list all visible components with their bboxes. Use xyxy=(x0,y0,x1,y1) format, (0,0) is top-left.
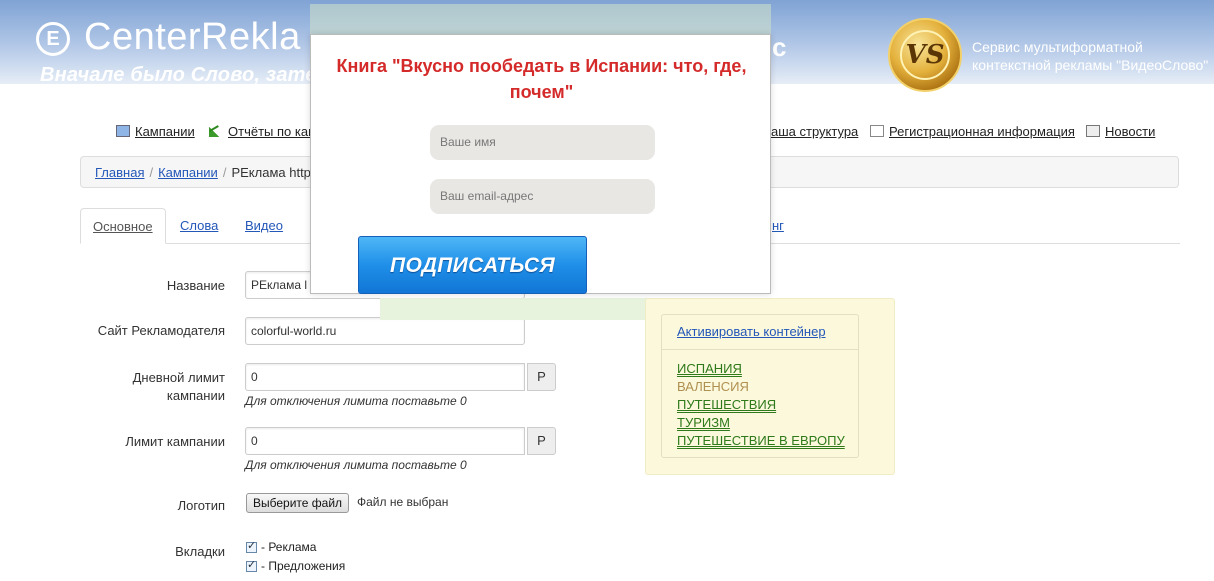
form-icon xyxy=(870,125,884,137)
faded-toolbar xyxy=(380,298,650,320)
nav-label: Кампании xyxy=(135,124,195,139)
breadcrumb-separator: / xyxy=(149,165,154,180)
logo-text[interactable]: CenterRekla xyxy=(84,16,301,59)
monitor-icon xyxy=(116,125,130,137)
tab-option-offers[interactable]: - Предложения xyxy=(246,558,346,573)
container-header: Активировать контейнер xyxy=(662,315,858,350)
nav-label: Новости xyxy=(1105,124,1156,139)
nav-item-reports[interactable]: Отчёты по кам xyxy=(209,124,317,139)
keyword-link[interactable]: ТУРИЗМ xyxy=(677,414,858,432)
checkbox[interactable] xyxy=(246,558,257,572)
popup-top-strip xyxy=(310,4,771,34)
nav-label: Регистрационная информация xyxy=(889,124,1075,139)
campaign-limit-currency: Р xyxy=(527,427,556,455)
container-panel: Активировать контейнер ИСПАНИЯ ВАЛЕНСИЯ … xyxy=(645,298,895,475)
tab-video[interactable]: Видео xyxy=(233,208,295,242)
subscribe-button[interactable]: ПОДПИСАТЬСЯ xyxy=(358,236,587,294)
daily-limit-input[interactable]: 0 xyxy=(245,363,525,391)
logo-tail: c xyxy=(772,32,787,62)
service-description: Сервис мультиформатной контекстной рекла… xyxy=(972,38,1208,74)
campaign-limit-hint: Для отключения лимита поставьте 0 xyxy=(245,458,467,472)
daily-limit-label: Дневной лимит кампании xyxy=(0,369,225,405)
file-status: Файл не выбран xyxy=(357,495,449,509)
chart-icon xyxy=(209,125,223,137)
daily-limit-label-line2: кампании xyxy=(166,388,225,403)
advertiser-site-input[interactable]: colorful-world.ru xyxy=(245,317,525,345)
site-label: Сайт Рекламодателя xyxy=(97,323,225,338)
breadcrumb-home-link[interactable]: Главная xyxy=(95,165,144,180)
news-icon xyxy=(1086,125,1100,137)
popup-email-input[interactable]: Ваш email-адрес xyxy=(430,179,655,214)
container-box: Активировать контейнер ИСПАНИЯ ВАЛЕНСИЯ … xyxy=(661,314,859,458)
tab-words[interactable]: Слова xyxy=(168,208,230,242)
popup-name-input[interactable]: Ваше имя xyxy=(430,125,655,160)
logo-e-icon[interactable]: E xyxy=(36,22,70,56)
daily-limit-currency: Р xyxy=(527,363,556,391)
tab-option-ads[interactable]: - Реклама xyxy=(246,539,317,554)
vs-monogram: VS xyxy=(900,30,950,80)
keyword-link[interactable]: ИСПАНИЯ xyxy=(677,360,858,378)
nav-item-campaigns[interactable]: Кампании xyxy=(116,124,195,139)
tab-main[interactable]: Основное xyxy=(80,208,166,244)
choose-file-button[interactable]: Выберите файл xyxy=(246,493,350,513)
service-line-1: Сервис мультиформатной xyxy=(972,39,1143,55)
daily-limit-label-line1: Дневной лимит xyxy=(132,370,225,385)
tab-option-label: - Предложения xyxy=(261,559,346,573)
subscribe-popup: Книга "Вкусно пообедать в Испании: что, … xyxy=(310,34,771,294)
nav-label: Отчёты по кам xyxy=(228,124,318,139)
nav-label: аша структура xyxy=(771,124,859,139)
logo-label: Логотип xyxy=(177,498,225,513)
daily-limit-hint: Для отключения лимита поставьте 0 xyxy=(245,394,467,408)
checkbox[interactable] xyxy=(246,539,257,553)
activate-container-link[interactable]: Активировать контейнер xyxy=(677,324,826,339)
campaign-limit-label: Лимит кампании xyxy=(125,434,225,449)
keyword-link[interactable]: ПУТЕШЕСТВИЕ В ЕВРОПУ xyxy=(677,432,858,450)
nav-item-registration[interactable]: Регистрационная информация xyxy=(870,124,1075,139)
slogan: Вначале было Слово, затем E xyxy=(40,64,351,86)
nav-item-structure[interactable]: аша структура xyxy=(771,124,858,139)
tabs-label: Вкладки xyxy=(175,544,225,559)
campaign-limit-input[interactable]: 0 xyxy=(245,427,525,455)
breadcrumb-current: РЕклама http xyxy=(231,165,311,180)
keyword-link[interactable]: ВАЛЕНСИЯ xyxy=(677,378,858,396)
tab-option-label: - Реклама xyxy=(261,540,317,554)
videoslovo-logo-icon[interactable]: VS xyxy=(888,18,962,92)
service-line-2: контекстной рекламы "ВидеоСлово" xyxy=(972,57,1209,73)
keyword-link[interactable]: ПУТЕШЕСТВИЯ xyxy=(677,396,858,414)
breadcrumb-campaigns-link[interactable]: Кампании xyxy=(158,165,218,180)
nav-item-news[interactable]: Новости xyxy=(1086,124,1155,139)
name-label: Название xyxy=(166,278,225,293)
popup-title: Книга "Вкусно пообедать в Испании: что, … xyxy=(336,56,747,102)
keyword-list: ИСПАНИЯ ВАЛЕНСИЯ ПУТЕШЕСТВИЯ ТУРИЗМ ПУТЕ… xyxy=(662,350,858,450)
breadcrumb-separator: / xyxy=(222,165,227,180)
